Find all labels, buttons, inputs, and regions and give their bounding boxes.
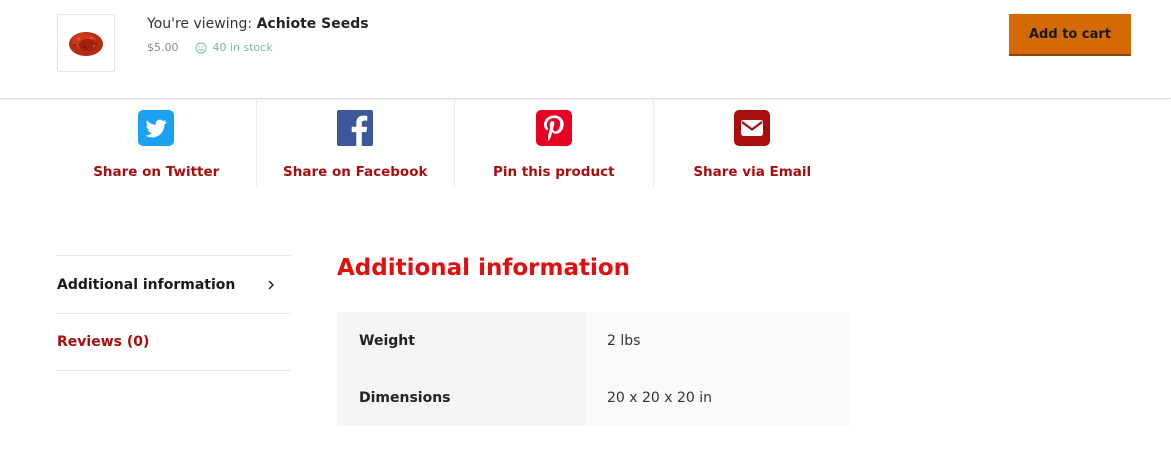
tab-additional-information-label: Additional information <box>57 276 236 293</box>
share-facebook-link[interactable]: Share on Facebook <box>255 99 455 187</box>
tab-reviews[interactable]: Reviews (0) <box>57 313 291 371</box>
product-thumbnail[interactable] <box>57 14 115 72</box>
share-pinterest-link[interactable]: Pin this product <box>454 99 653 187</box>
viewing-prefix: You're viewing: <box>147 16 253 32</box>
viewing-text: You're viewing: Achiote Seeds <box>147 16 369 32</box>
email-icon <box>734 110 771 146</box>
attributes-table: Weight 2 lbs Dimensions 20 x 20 x 20 in <box>337 312 850 426</box>
product-tabs: Additional information Reviews (0) <box>57 255 291 371</box>
share-twitter-link[interactable]: Share on Twitter <box>57 99 256 187</box>
product-name: Achiote Seeds <box>256 16 369 32</box>
product-price: $5.00 <box>147 41 179 54</box>
stock-text: 40 in stock <box>212 41 273 54</box>
achiote-seeds-thumbnail-icon <box>69 32 103 56</box>
table-row: Dimensions 20 x 20 x 20 in <box>337 369 850 426</box>
share-twitter-label: Share on Twitter <box>93 164 220 180</box>
share-links: Share on Twitter Share on Facebook Pin t… <box>57 99 851 187</box>
attribute-name: Dimensions <box>337 369 585 426</box>
attribute-value: 20 x 20 x 20 in <box>585 369 850 426</box>
share-email-label: Share via Email <box>693 164 812 180</box>
tab-additional-information[interactable]: Additional information <box>57 255 291 313</box>
share-pinterest-label: Pin this product <box>492 164 615 180</box>
share-facebook-label: Share on Facebook <box>283 164 428 180</box>
table-row: Weight 2 lbs <box>337 312 850 369</box>
add-to-cart-button[interactable]: Add to cart <box>1009 14 1131 56</box>
attribute-value: 2 lbs <box>585 312 850 369</box>
twitter-icon <box>138 110 175 146</box>
smiley-icon <box>195 42 206 53</box>
panel-title: Additional information <box>337 255 631 281</box>
chevron-right-icon <box>268 280 274 289</box>
attribute-name: Weight <box>337 312 585 369</box>
product-meta: $5.00 40 in stock <box>147 41 273 54</box>
sticky-add-to-cart-bar: You're viewing: Achiote Seeds $5.00 40 i… <box>0 0 1171 99</box>
share-email-link[interactable]: Share via Email <box>652 99 852 187</box>
pinterest-icon <box>535 110 572 146</box>
tab-reviews-label: Reviews (0) <box>57 334 150 350</box>
facebook-icon <box>337 110 374 146</box>
stock-status: 40 in stock <box>195 41 273 54</box>
